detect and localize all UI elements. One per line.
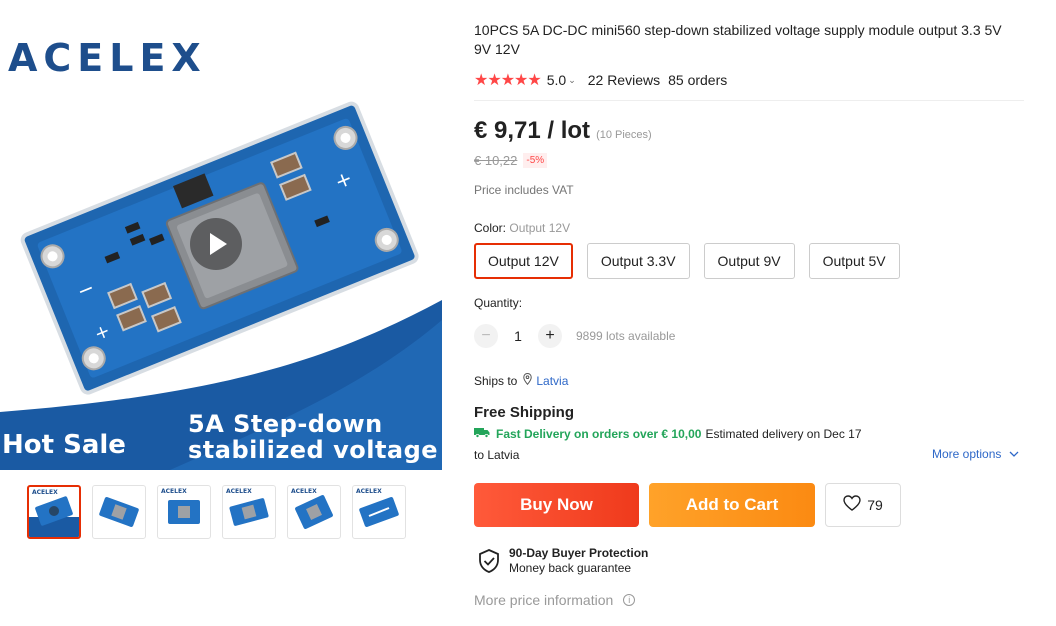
protection-text: 90-Day Buyer Protection Money back guara… [509,546,648,576]
fast-delivery-text: Fast Delivery on orders over € 10,00 [496,427,702,441]
more-price-label: More price information [474,592,614,608]
thumbnail-2[interactable] [92,485,146,539]
heart-icon [843,494,861,516]
price-row: € 9,71 / lot (10 Pieces) [474,117,652,145]
fast-delivery-row: Fast Delivery on orders over € 10,00 Est… [474,427,862,441]
orders-count: 85 orders [668,72,728,88]
more-options-label: More options [932,447,1002,461]
brand-logo: ACELEX [8,36,207,80]
variant-output-12v[interactable]: Output 12V [474,243,573,279]
quantity-increase-button[interactable]: + [538,324,562,348]
thumbnail-strip: ACELEX ACELEX ACELEX ACELEX ACELEX [27,485,406,539]
action-buttons: Buy Now Add to Cart 79 [474,483,901,527]
color-label: Color: Output 12V [474,221,570,235]
thumbnail-5[interactable]: ACELEX [287,485,341,539]
color-variant-list: Output 12V Output 3.3V Output 9V Output … [474,243,900,279]
quantity-input[interactable] [502,328,534,344]
product-title: 10PCS 5A DC-DC mini560 step-down stabili… [474,22,1002,57]
main-product-image[interactable]: − + + ACELEX Hot Sale 5A Step-down stabi… [0,0,442,470]
wishlist-button[interactable]: 79 [825,483,901,527]
quantity-stepper: − + 9899 lots available [474,324,675,348]
wishlist-count: 79 [867,497,883,513]
divider [474,100,1024,101]
quantity-decrease-button[interactable]: − [474,324,498,348]
discount-badge: -5% [523,153,548,168]
protection-subtitle: Money back guarantee [509,561,632,575]
thumbnail-logo: ACELEX [226,488,252,495]
thumbnail-logo: ACELEX [356,488,382,495]
estimated-delivery: Estimated delivery on Dec 17 [705,427,862,441]
reviews-link[interactable]: 22 Reviews [588,72,660,88]
add-to-cart-button[interactable]: Add to Cart [649,483,815,527]
original-price-row: € 10,22 -5% [474,153,548,168]
ships-to-label: Ships to [474,373,518,388]
thumbnail-logo: ACELEX [291,488,317,495]
thumbnail-4[interactable]: ACELEX [222,485,276,539]
buyer-protection: 90-Day Buyer Protection Money back guara… [478,546,648,576]
current-price: € 9,71 / lot [474,117,591,144]
available-stock: 9899 lots available [576,329,676,343]
protection-title: 90-Day Buyer Protection [509,546,649,560]
shield-check-icon [479,549,499,573]
thumbnail-3[interactable]: ACELEX [157,485,211,539]
vat-note: Price includes VAT [474,183,574,197]
free-shipping-title: Free Shipping [474,404,575,421]
rating-row: ★★★★★ 5.0 ⌄ 22 Reviews 85 orders [474,70,727,90]
quantity-label: Quantity: [474,296,523,310]
ships-to-row: Ships to Latvia [474,372,568,388]
more-price-information-link[interactable]: More price information i [474,592,636,608]
truck-icon [474,427,490,441]
hero-caption-line2: stabilized voltage [188,436,439,464]
thumbnail-1[interactable]: ACELEX [27,485,81,539]
rating-value[interactable]: 5.0 [547,72,566,88]
ship-country-link[interactable]: Latvia [536,374,568,388]
price-unit: (10 Pieces) [596,129,652,141]
image-gallery: − + + ACELEX Hot Sale 5A Step-down stabi… [0,0,442,545]
more-options-link[interactable]: More options [932,447,1019,461]
info-icon: i [623,594,636,606]
hero-caption-line1: 5A Step-down [188,410,383,438]
variant-output-5v[interactable]: Output 5V [808,243,900,279]
original-price: € 10,22 [474,153,518,168]
chevron-down-icon [1009,447,1019,461]
hero-badge: Hot Sale [2,430,126,460]
buy-now-button[interactable]: Buy Now [474,483,639,527]
variant-output-3-3v[interactable]: Output 3.3V [586,243,690,279]
chevron-down-icon[interactable]: ⌄ [568,75,576,86]
thumbnail-image [99,497,139,527]
location-pin-icon [523,372,533,388]
thumbnail-logo: ACELEX [161,488,187,495]
color-selected-value: Output 12V [509,221,571,235]
play-video-icon[interactable] [190,218,242,270]
star-rating-icon: ★★★★★ [474,72,542,89]
thumbnail-6[interactable]: ACELEX [352,485,406,539]
thumbnail-logo: ACELEX [32,489,58,496]
color-label-text: Color: [474,221,507,235]
delivery-destination: to Latvia [474,448,520,462]
variant-output-9v[interactable]: Output 9V [703,243,795,279]
